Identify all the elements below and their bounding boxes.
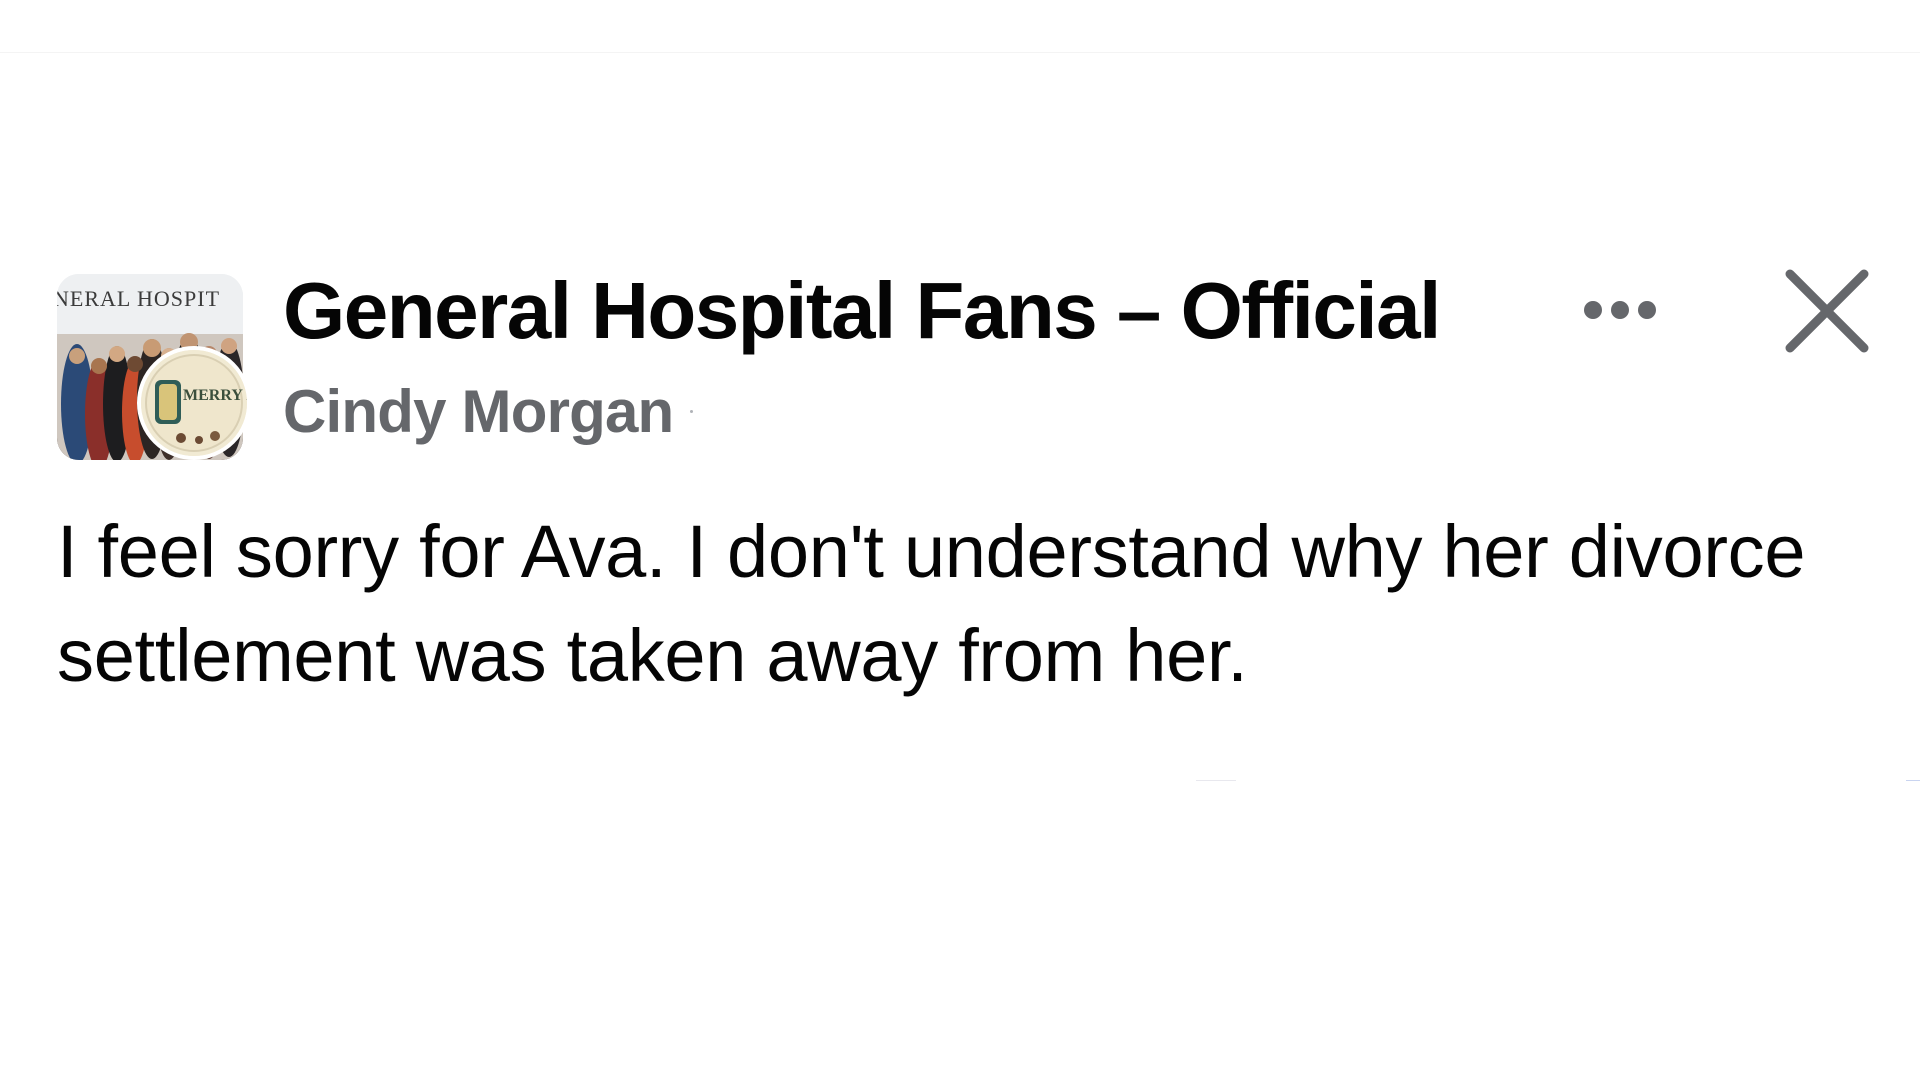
post-card: NERAL HOSPIT MERRY General Hospital Fans… (0, 0, 1920, 1080)
more-horizontal-icon-dot (1638, 301, 1656, 319)
more-horizontal-icon (1584, 301, 1602, 319)
user-avatar-image: MERRY MORGAN (141, 350, 247, 456)
top-divider (0, 52, 1920, 53)
post-avatars[interactable]: NERAL HOSPIT MERRY (57, 274, 251, 460)
more-horizontal-icon-dot (1611, 301, 1629, 319)
more-options-button[interactable] (1570, 280, 1670, 340)
user-avatar-monogram: MERRY MORGAN (183, 387, 247, 404)
group-name-link[interactable]: General Hospital Fans – Official (283, 266, 1441, 356)
post-body-text: I feel sorry for Ava. I don't understand… (57, 510, 1806, 697)
divider-fragment (1196, 780, 1236, 781)
close-icon (1785, 269, 1869, 353)
group-avatar-title: NERAL HOSPIT (57, 286, 220, 311)
author-name-link[interactable]: Cindy Morgan (283, 374, 674, 450)
meta-separator-dot (690, 410, 693, 413)
user-avatar[interactable]: MERRY MORGAN (137, 346, 251, 460)
divider-fragment (1906, 780, 1920, 781)
close-button[interactable] (1782, 266, 1872, 356)
